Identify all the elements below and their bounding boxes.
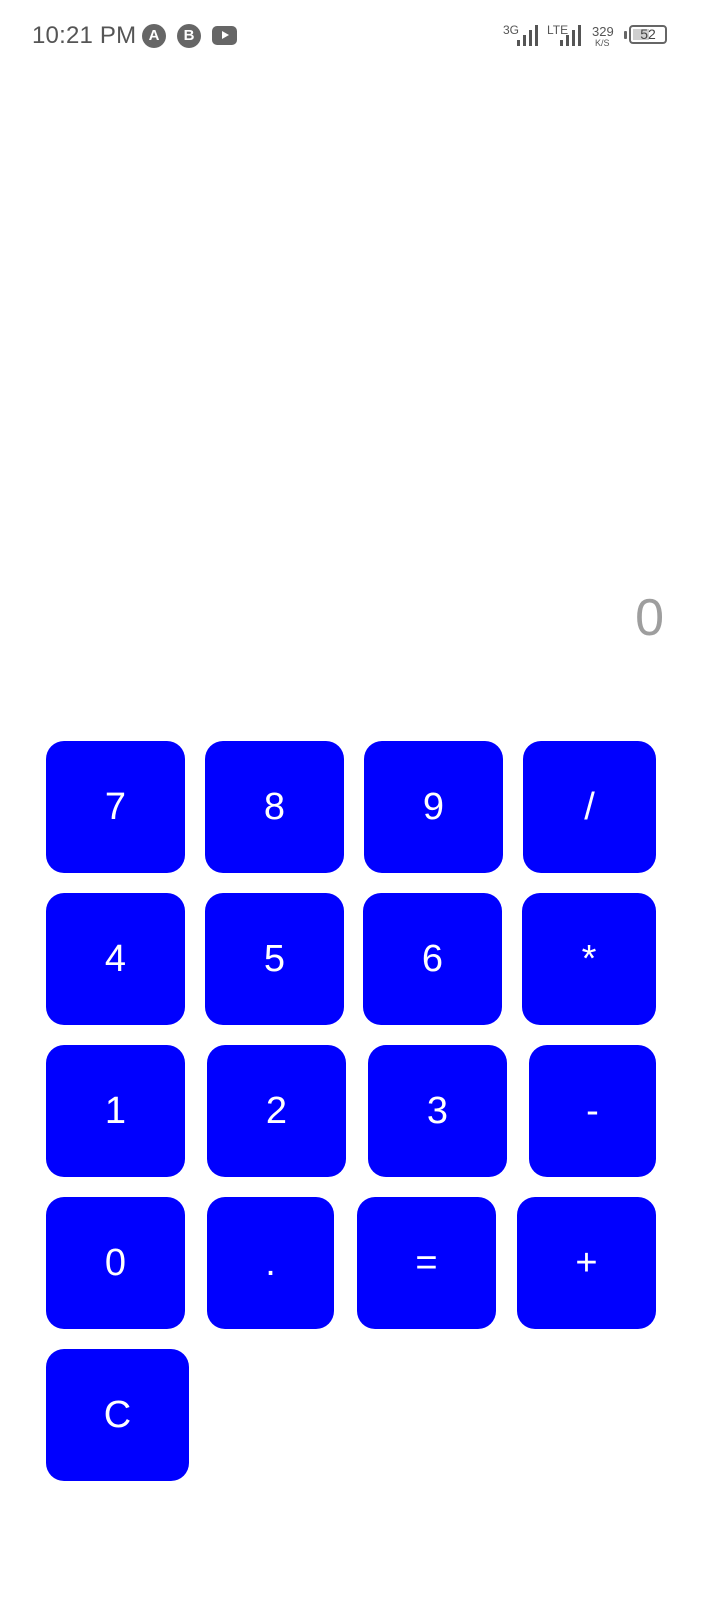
key-4-button[interactable]: 4 — [46, 893, 185, 1025]
network-speed-value: 329 — [592, 24, 614, 39]
battery-cap — [624, 31, 627, 39]
key-0-button[interactable]: 0 — [46, 1197, 185, 1329]
key-6-button[interactable]: 6 — [363, 893, 502, 1025]
signal-3g-icon — [517, 24, 539, 46]
battery-level: 52 — [640, 26, 656, 42]
plus-button[interactable]: + — [517, 1197, 656, 1329]
status-time: 10:21 PM — [32, 22, 137, 49]
youtube-icon — [212, 26, 237, 45]
battery-icon: 52 — [629, 25, 667, 44]
status-bar: 10:21 PM A B 3G LTE 329 K/S 52 — [0, 0, 720, 72]
equals-button[interactable]: = — [357, 1197, 496, 1329]
decimal-button[interactable]: . — [207, 1197, 334, 1329]
key-5-button[interactable]: 5 — [205, 893, 344, 1025]
key-7-button[interactable]: 7 — [46, 741, 185, 873]
notification-b-icon: B — [177, 24, 201, 48]
key-9-button[interactable]: 9 — [364, 741, 503, 873]
key-1-button[interactable]: 1 — [46, 1045, 185, 1177]
divide-button[interactable]: / — [523, 741, 656, 873]
key-3-button[interactable]: 3 — [368, 1045, 507, 1177]
notification-a-icon: A — [142, 24, 166, 48]
calculator-display: 0 — [635, 589, 664, 647]
signal-lte-icon — [560, 24, 582, 46]
key-8-button[interactable]: 8 — [205, 741, 344, 873]
minus-button[interactable]: - — [529, 1045, 656, 1177]
multiply-button[interactable]: * — [522, 893, 656, 1025]
network-speed-unit: K/S — [595, 38, 610, 48]
clear-button[interactable]: C — [46, 1349, 189, 1481]
key-2-button[interactable]: 2 — [207, 1045, 346, 1177]
